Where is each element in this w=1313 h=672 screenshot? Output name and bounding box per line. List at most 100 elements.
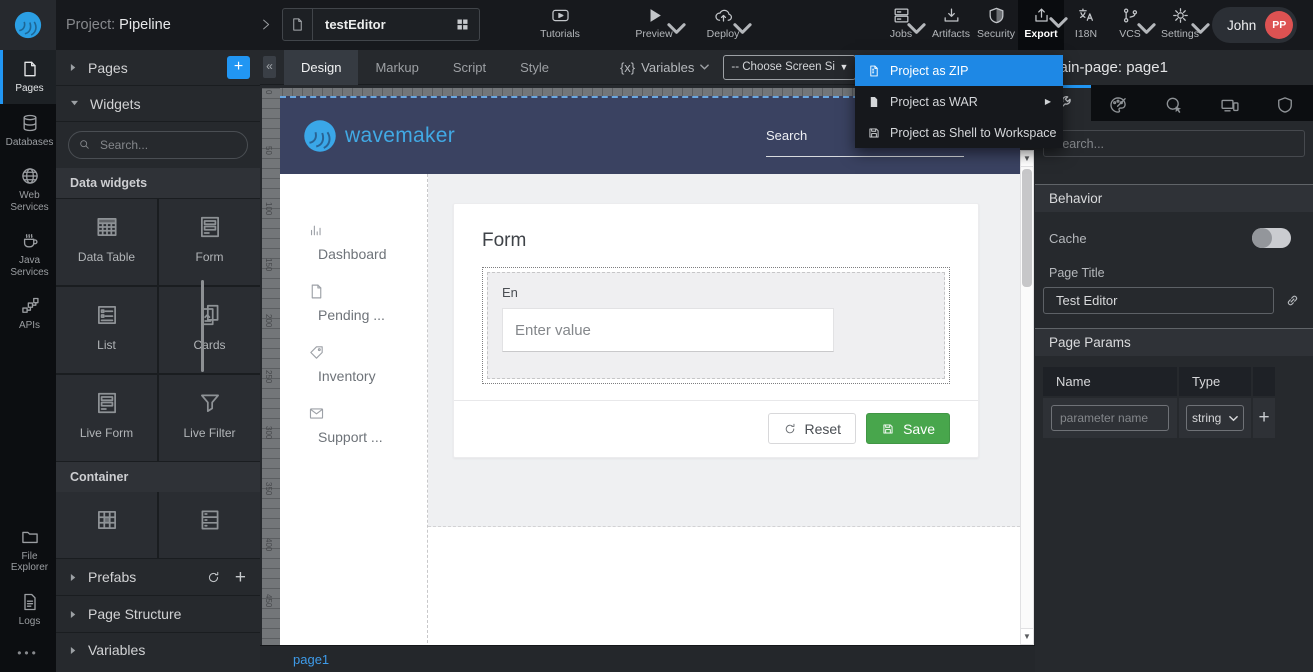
section-page-structure[interactable]: Page Structure	[56, 595, 260, 632]
add-page-button[interactable]: +	[227, 56, 250, 79]
widgets-panel: Pages + Widgets Data widgets Data Table …	[56, 50, 260, 672]
i18n-button[interactable]: I18N	[1066, 6, 1106, 40]
page-tab-page1[interactable]: page1	[293, 652, 329, 667]
properties-tabs	[1035, 85, 1313, 121]
user-menu[interactable]: John PP	[1212, 7, 1297, 43]
palette-icon	[1108, 95, 1128, 115]
chevron-down-icon	[1229, 414, 1238, 423]
app-nav-dashboard[interactable]: Dashboard	[280, 222, 427, 262]
tutorials-label: Tutorials	[540, 28, 580, 40]
tab-events[interactable]	[1146, 85, 1202, 121]
form-icon	[197, 214, 223, 240]
scrollbar-thumb[interactable]	[1022, 169, 1032, 287]
vcs-button[interactable]: VCS	[1108, 6, 1152, 40]
widget-cards[interactable]: Cards	[159, 287, 260, 373]
ruler-tick: 100	[262, 200, 273, 256]
link-icon[interactable]	[1284, 292, 1301, 309]
grid-icon[interactable]	[445, 9, 479, 40]
widget-form[interactable]: Form	[159, 199, 260, 285]
group-header-container: Container	[56, 462, 260, 492]
folder-icon	[20, 527, 40, 547]
chevron-down-icon[interactable]	[1191, 19, 1210, 38]
tab-script[interactable]: Script	[436, 50, 503, 85]
widget-live-form[interactable]: Live Form	[56, 375, 157, 461]
variables-button[interactable]: {x} Variables	[620, 60, 709, 75]
save-button[interactable]: Save	[866, 413, 950, 444]
widget-label: Data Table	[78, 250, 135, 264]
chevron-down-icon: ▼	[839, 62, 848, 72]
form-title: Form	[482, 230, 978, 252]
section-variables[interactable]: Variables	[56, 632, 260, 672]
section-pages[interactable]: Pages +	[56, 50, 260, 86]
database-icon	[20, 113, 40, 133]
app-brand[interactable]: wavemaker	[302, 118, 455, 154]
bar-chart-icon	[308, 222, 325, 239]
refresh-icon[interactable]	[206, 570, 221, 585]
rail-item-apis[interactable]: APIs	[0, 287, 56, 341]
widget-search-input[interactable]	[68, 131, 248, 159]
scroll-up-button[interactable]: ▼	[1021, 151, 1033, 167]
param-type-select[interactable]: string	[1186, 405, 1244, 431]
page-title-input[interactable]	[1043, 287, 1274, 314]
widget-data-table[interactable]: Data Table	[56, 199, 157, 285]
widget-accordion[interactable]	[159, 492, 260, 558]
property-search-input[interactable]	[1043, 130, 1305, 157]
ruler-tick: 350	[262, 480, 273, 536]
tab-design[interactable]: Design	[284, 50, 358, 85]
add-prefab-button[interactable]: +	[235, 570, 246, 585]
param-name-input[interactable]	[1051, 405, 1169, 431]
canvas-scrollbar[interactable]: ▼ ▼	[1020, 150, 1034, 645]
scroll-down-button[interactable]: ▼	[1021, 628, 1033, 644]
tab-style[interactable]: Style	[503, 50, 566, 85]
tab-security[interactable]	[1257, 85, 1313, 121]
artifacts-label: Artifacts	[932, 28, 970, 40]
menu-item-project-as-shell[interactable]: Project as Shell to Workspace	[855, 117, 1063, 148]
add-param-button[interactable]: +	[1258, 407, 1269, 429]
wavemaker-logo[interactable]	[0, 0, 56, 50]
app-nav-support[interactable]: Support ...	[280, 405, 427, 445]
app-nav-inventory[interactable]: Inventory	[280, 344, 427, 384]
artifacts-button[interactable]: Artifacts	[926, 6, 976, 40]
rail-item-databases[interactable]: Databases	[0, 104, 56, 158]
widget-live-filter[interactable]: Live Filter	[159, 375, 260, 461]
form-widget-card[interactable]: Form En Reset	[453, 203, 979, 458]
preview-button[interactable]: Preview	[626, 6, 682, 40]
deploy-button[interactable]: Deploy	[698, 6, 748, 40]
variables-label: Variables	[641, 60, 694, 75]
tab-devices[interactable]	[1202, 85, 1258, 121]
export-button[interactable]: Export	[1018, 0, 1064, 50]
tab-styles[interactable]	[1091, 85, 1147, 121]
rail-item-web-services[interactable]: Web Services	[0, 157, 56, 222]
rail-label: Databases	[6, 137, 54, 149]
settings-button[interactable]: Settings	[1154, 6, 1206, 40]
widget-list[interactable]: List	[56, 287, 157, 373]
rail-item-java-services[interactable]: Java Services	[0, 222, 56, 287]
rail-item-logs[interactable]: Logs	[0, 583, 56, 637]
form-text-input[interactable]	[502, 308, 834, 352]
more-icon[interactable]: •••	[0, 636, 56, 672]
chevron-down-icon[interactable]	[667, 19, 686, 38]
collapse-panel-button[interactable]: «	[263, 56, 276, 78]
panel-scrollbar-thumb[interactable]	[201, 280, 204, 372]
menu-item-project-as-zip[interactable]: Project as ZIP	[855, 55, 1063, 86]
app-nav-pending[interactable]: Pending ...	[280, 283, 427, 323]
cache-toggle[interactable]	[1252, 228, 1291, 248]
editor-tab-testeditor[interactable]: testEditor	[282, 8, 480, 41]
security-button[interactable]: Security	[972, 6, 1020, 40]
wavemaker-logo-icon	[302, 118, 338, 154]
form-field-selection[interactable]: En	[482, 267, 950, 384]
app-search-underline[interactable]	[766, 156, 964, 157]
rail-item-pages[interactable]: Pages	[0, 50, 56, 104]
chevron-down-icon[interactable]	[733, 19, 752, 38]
section-prefabs[interactable]: Prefabs +	[56, 558, 260, 595]
menu-item-project-as-war[interactable]: Project as WAR ▶	[855, 86, 1063, 117]
tab-markup[interactable]: Markup	[358, 50, 435, 85]
section-widgets[interactable]: Widgets	[56, 86, 260, 122]
chevron-down-icon[interactable]	[907, 19, 926, 38]
tutorials-button[interactable]: Tutorials	[534, 6, 586, 40]
jobs-button[interactable]: Jobs	[880, 6, 922, 40]
reset-button[interactable]: Reset	[768, 413, 857, 444]
rail-item-file-explorer[interactable]: File Explorer	[0, 518, 56, 583]
screen-size-select[interactable]: -- Choose Screen Size -- ▼	[723, 55, 856, 80]
widget-grid-layout[interactable]	[56, 492, 157, 558]
